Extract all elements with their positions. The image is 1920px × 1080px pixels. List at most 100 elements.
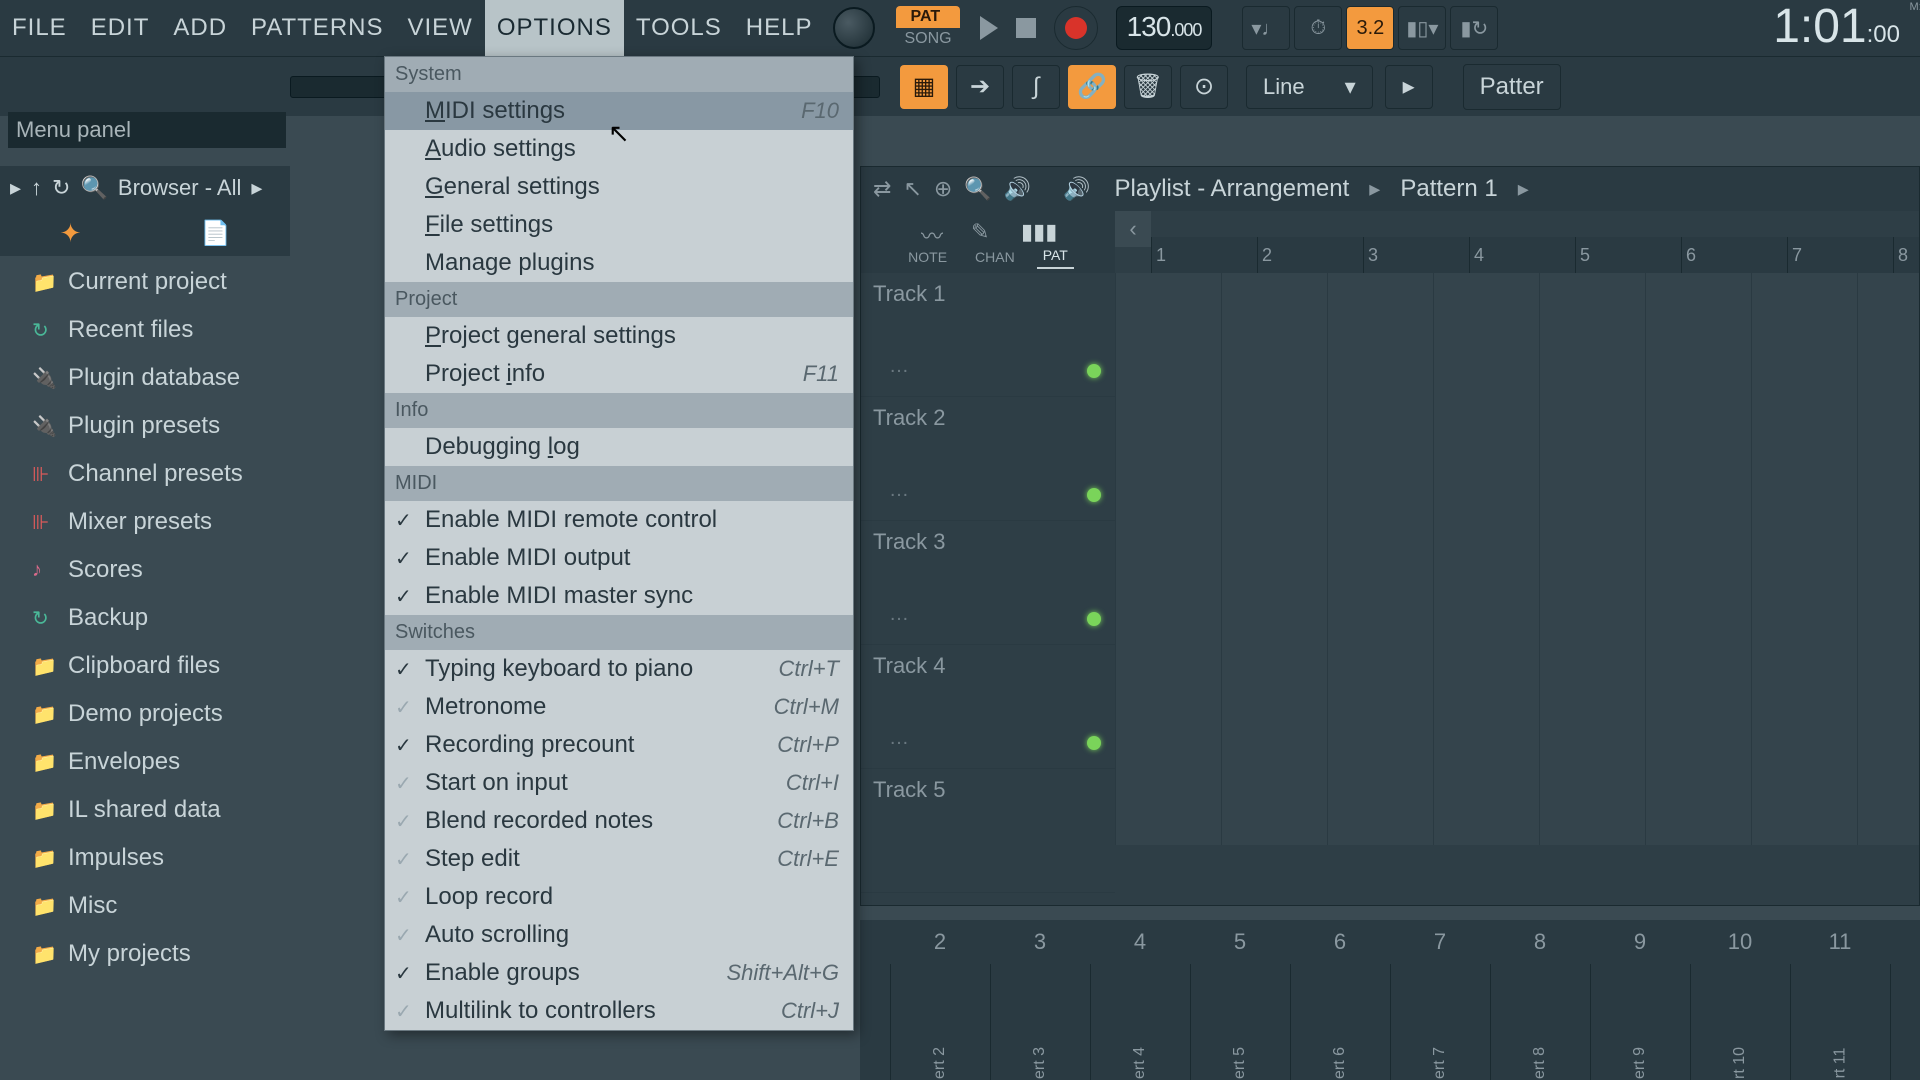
browser-item-channel-presets[interactable]: ⊪Channel presets [0,450,290,498]
track-header[interactable]: Track 3… [861,521,1115,645]
menu-item-project-general-settings[interactable]: Project general settings [385,317,853,355]
trash-icon[interactable]: 🗑 [1124,65,1172,109]
browser-item-envelopes[interactable]: 📁Envelopes [0,738,290,786]
browser-item-plugin-database[interactable]: 🔌Plugin database [0,354,290,402]
menu-item-auto-scrolling[interactable]: ✓Auto scrolling [385,916,853,954]
menu-options[interactable]: OPTIONS [485,0,624,56]
mixer-insert-slot[interactable]: ert 3 [990,964,1090,1080]
collapse-left-icon[interactable]: ‹ [1115,211,1151,247]
automation-icon[interactable]: ∫ [1012,65,1060,109]
track-menu-icon[interactable]: … [889,479,909,502]
browser-item-mixer-presets[interactable]: ⊪Mixer presets [0,498,290,546]
track-header[interactable]: Track 2… [861,397,1115,521]
track-menu-icon[interactable]: … [889,727,909,750]
link-icon[interactable]: 🔗 [1068,65,1116,109]
pattern-selector[interactable]: Patter [1463,64,1561,110]
track-header[interactable]: Track 5 [861,769,1115,893]
menu-item-metronome[interactable]: ✓MetronomeCtrl+M [385,688,853,726]
document-icon[interactable]: 📄 [201,219,231,248]
browser-item-recent-files[interactable]: ↻Recent files [0,306,290,354]
playlist-tab-chan[interactable]: CHAN [969,245,1021,269]
mixer-insert-slot[interactable]: ert 5 [1190,964,1290,1080]
menu-item-loop-record[interactable]: ✓Loop record [385,878,853,916]
track-menu-icon[interactable]: … [889,603,909,626]
browser-item-backup[interactable]: ↻Backup [0,594,290,642]
browser-item-current-project[interactable]: 📁Current project [0,258,290,306]
mixer-insert-slot[interactable]: ert 6 [1290,964,1390,1080]
menu-file[interactable]: FILE [0,0,79,56]
collapse-icon[interactable]: ▸ [10,175,21,201]
browser-item-misc[interactable]: 📁Misc [0,882,290,930]
menu-item-manage-plugins[interactable]: Manage plugins [385,244,853,282]
song-mode-button[interactable]: SONG [896,28,959,50]
tempo-display[interactable]: 130.000 [1116,6,1213,50]
menu-item-midi-settings[interactable]: MIDI settingsF10 [385,92,853,130]
mixer-insert-slot[interactable]: ert 2 [890,964,990,1080]
menu-item-blend-recorded-notes[interactable]: ✓Blend recorded notesCtrl+B [385,802,853,840]
menu-edit[interactable]: EDIT [79,0,162,56]
zoom-icon[interactable]: 🔍 [964,176,991,202]
track-header[interactable]: Track 4… [861,645,1115,769]
menu-item-step-edit[interactable]: ✓Step editCtrl+E [385,840,853,878]
menu-item-enable-midi-output[interactable]: ✓Enable MIDI output [385,539,853,577]
mixer-insert-slot[interactable]: ert 8 [1490,964,1590,1080]
mixer-insert-slot[interactable]: rt 12 [1890,964,1920,1080]
swap-icon[interactable]: ⇄ [873,176,891,202]
stop-button[interactable] [1016,18,1036,38]
menu-item-multilink-to-controllers[interactable]: ✓Multilink to controllersCtrl+J [385,992,853,1030]
mixer-insert-slot[interactable]: rt 11 [1790,964,1890,1080]
menu-item-typing-keyboard-to-piano[interactable]: ✓Typing keyboard to pianoCtrl+T [385,650,853,688]
playlist-tab-pat[interactable]: PAT [1037,243,1074,269]
menu-item-debugging-log[interactable]: Debugging log [385,428,853,466]
piano-keys-icon[interactable]: ▮▮▮ [1021,219,1057,245]
browser-item-my-projects[interactable]: 📁My projects [0,930,290,978]
pat-song-toggle[interactable]: PAT SONG [896,6,959,50]
menu-add[interactable]: ADD [161,0,239,56]
menu-item-file-settings[interactable]: File settings [385,206,853,244]
speaker-icon-2[interactable]: 🔊 [1063,176,1090,202]
track-enable-led[interactable] [1087,488,1101,502]
menu-view[interactable]: VIEW [395,0,484,56]
chevron-right-icon[interactable]: ▸ [251,175,262,201]
browser-item-clipboard-files[interactable]: 📁Clipboard files [0,642,290,690]
playlist-ruler[interactable]: 12345678 [1151,237,1919,273]
target-icon[interactable]: ⊕ [934,176,952,202]
menu-help[interactable]: HELP [734,0,825,56]
browser-item-plugin-presets[interactable]: 🔌Plugin presets [0,402,290,450]
mixer-insert-slot[interactable]: rt 10 [1690,964,1790,1080]
snap-value[interactable]: 3.2 [1346,6,1394,50]
snap-mode-dropdown[interactable]: Line ▾ [1246,65,1373,109]
menu-item-enable-groups[interactable]: ✓Enable groupsShift+Alt+G [385,954,853,992]
piano-icon[interactable]: ▮▯▾ [1398,6,1446,50]
menu-tools[interactable]: TOOLS [624,0,734,56]
refresh-icon[interactable]: ↻ [52,175,70,201]
up-arrow-icon[interactable]: ↑ [31,175,42,201]
time-display[interactable]: 1:01:00 B:S:TM:S:C [1773,0,1900,57]
play-small-icon[interactable]: ▸ [1385,65,1433,109]
browser-item-il-shared-data[interactable]: 📁IL shared data [0,786,290,834]
menu-item-project-info[interactable]: Project infoF11 [385,355,853,393]
menu-item-recording-precount[interactable]: ✓Recording precountCtrl+P [385,726,853,764]
playlist-pattern[interactable]: Pattern 1 [1400,175,1497,203]
browser-item-demo-projects[interactable]: 📁Demo projects [0,690,290,738]
metronome-icon[interactable]: ▾♩ [1242,6,1290,50]
pat-mode-button[interactable]: PAT [896,6,959,28]
mixer-insert-slot[interactable]: ert 7 [1390,964,1490,1080]
arrow-right-icon[interactable]: ➔ [956,65,1004,109]
loop-icon[interactable]: ▮↻ [1450,6,1498,50]
track-enable-led[interactable] [1087,364,1101,378]
menu-item-enable-midi-master-sync[interactable]: ✓Enable MIDI master sync [385,577,853,615]
wave-icon[interactable]: 〰 [921,219,943,251]
track-menu-icon[interactable]: … [889,355,909,378]
record-button[interactable] [1054,6,1098,50]
magnet-icon[interactable]: ⊙ [1180,65,1228,109]
menu-item-audio-settings[interactable]: Audio settings [385,130,853,168]
track-header[interactable]: Track 1… [861,273,1115,397]
star-icon[interactable]: ✦ [60,218,82,249]
main-volume-knob[interactable] [824,0,884,56]
browser-item-scores[interactable]: ♪Scores [0,546,290,594]
menu-item-general-settings[interactable]: General settings [385,168,853,206]
browser-item-impulses[interactable]: 📁Impulses [0,834,290,882]
menu-item-enable-midi-remote-control[interactable]: ✓Enable MIDI remote control [385,501,853,539]
track-enable-led[interactable] [1087,612,1101,626]
